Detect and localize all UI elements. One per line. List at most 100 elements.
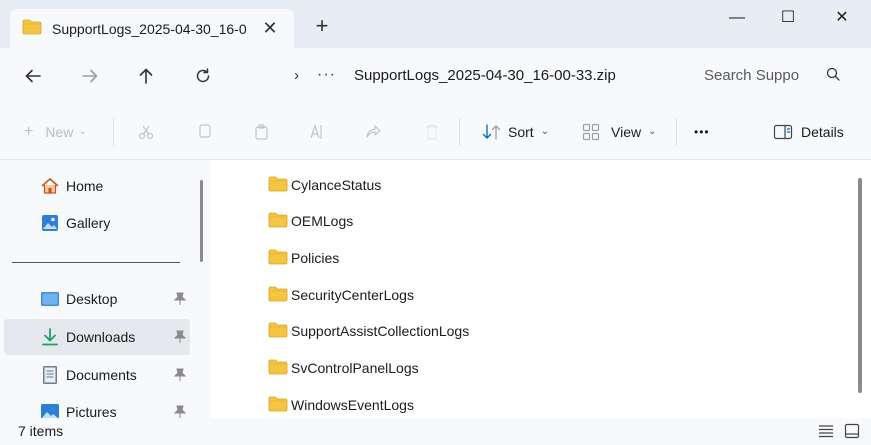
sidebar-item-home[interactable]: Home — [4, 168, 190, 204]
toolbar-separator — [459, 118, 460, 146]
list-item[interactable]: SecurityCenterLogs — [268, 283, 414, 307]
rename-button[interactable] — [307, 103, 325, 160]
search-box[interactable] — [690, 57, 858, 93]
more-icon: ••• — [694, 124, 710, 139]
file-list: CylanceStatus OEMLogs Policies SecurityC… — [210, 160, 871, 418]
sidebar-item-gallery[interactable]: Gallery — [4, 205, 190, 241]
pictures-icon — [40, 402, 60, 418]
refresh-button[interactable] — [188, 61, 218, 91]
pin-icon[interactable] — [173, 330, 187, 347]
maximize-button[interactable]: ☐ — [773, 6, 803, 30]
new-button[interactable]: + New ⌄ — [24, 103, 87, 160]
sort-button[interactable]: Sort ⌄ — [482, 103, 549, 160]
arrow-right-icon — [82, 69, 98, 83]
list-item[interactable]: Policies — [268, 246, 339, 270]
tab-title: SupportLogs_2025-04-30_16-0 — [52, 20, 247, 37]
tiles-view-icon — [844, 423, 860, 439]
arrow-left-icon — [25, 69, 41, 83]
folder-icon — [268, 359, 288, 378]
sidebar-item-label: Downloads — [66, 329, 136, 345]
list-item[interactable]: CylanceStatus — [268, 173, 381, 197]
paste-icon — [255, 123, 268, 140]
breadcrumb-current[interactable]: SupportLogs_2025-04-30_16-00-33.zip — [354, 67, 616, 84]
details-label: Details — [801, 123, 844, 140]
title-bar: SupportLogs_2025-04-30_16-0 ✕ + — ☐ ✕ — [0, 0, 871, 48]
item-count: 7 items — [18, 423, 64, 439]
view-button[interactable]: View ⌄ — [582, 103, 656, 160]
file-name: SvControlPanelLogs — [291, 360, 419, 376]
details-pane-icon — [773, 124, 793, 139]
content-scrollbar[interactable] — [858, 178, 862, 393]
sidebar-item-downloads[interactable]: Downloads — [4, 319, 190, 355]
view-grid-icon — [582, 123, 600, 140]
folder-icon — [268, 322, 288, 341]
cut-icon — [138, 125, 154, 139]
sidebar-divider — [12, 262, 180, 263]
pin-icon[interactable] — [173, 405, 187, 418]
folder-icon — [268, 396, 288, 415]
file-name: Policies — [291, 250, 340, 266]
file-name: WindowsEventLogs — [291, 397, 414, 413]
copy-button[interactable] — [196, 103, 214, 160]
new-tab-button[interactable]: + — [310, 14, 334, 38]
folder-icon — [22, 19, 42, 38]
address-bar[interactable]: › ··· SupportLogs_2025-04-30_16-00-33.zi… — [240, 57, 676, 93]
sidebar-item-desktop[interactable]: Desktop — [4, 281, 190, 317]
breadcrumb-overflow-button[interactable]: ··· — [317, 66, 336, 84]
sidebar-item-label: Pictures — [66, 404, 117, 418]
file-name: OEMLogs — [291, 213, 354, 229]
folder-icon — [268, 286, 288, 305]
refresh-icon — [196, 68, 210, 83]
gallery-icon — [40, 213, 60, 233]
sidebar-item-label: Home — [66, 178, 104, 194]
search-input[interactable] — [704, 66, 814, 84]
details-view-button[interactable] — [817, 422, 835, 440]
rename-icon — [310, 123, 322, 139]
folder-icon — [268, 249, 288, 268]
file-name: SecurityCenterLogs — [291, 287, 414, 303]
status-bar: 7 items — [0, 418, 871, 445]
more-options-button[interactable]: ••• — [694, 103, 710, 160]
chevron-down-icon: ⌄ — [648, 126, 657, 137]
list-item[interactable]: WindowsEventLogs — [268, 393, 414, 417]
sidebar-item-documents[interactable]: Documents — [4, 357, 190, 393]
sort-label: Sort — [508, 123, 534, 140]
download-icon — [40, 327, 60, 347]
close-button[interactable]: ✕ — [827, 6, 857, 30]
cut-button[interactable] — [137, 103, 155, 160]
back-button[interactable] — [18, 61, 48, 91]
pin-icon[interactable] — [173, 292, 187, 309]
file-name: SupportAssistCollectionLogs — [291, 323, 470, 339]
breadcrumb-chevron[interactable]: › — [294, 67, 299, 84]
up-button[interactable] — [131, 61, 161, 91]
sidebar-item-pictures[interactable]: Pictures — [4, 394, 190, 418]
tiles-view-button[interactable] — [843, 422, 861, 440]
sidebar-item-label: Documents — [66, 367, 137, 383]
tab-close-button[interactable]: ✕ — [260, 18, 280, 38]
list-item[interactable]: OEMLogs — [268, 209, 353, 233]
forward-button[interactable] — [75, 61, 105, 91]
tab-active[interactable]: SupportLogs_2025-04-30_16-0 ✕ — [10, 9, 294, 48]
desktop-icon — [40, 289, 60, 309]
pin-icon[interactable] — [173, 368, 187, 385]
delete-button[interactable] — [423, 103, 441, 160]
paste-button[interactable] — [253, 103, 271, 160]
sidebar-item-label: Desktop — [66, 291, 118, 307]
toolbar-separator — [113, 118, 114, 146]
list-item[interactable]: SvControlPanelLogs — [268, 356, 419, 380]
chevron-down-icon: ⌄ — [540, 126, 550, 137]
file-name: CylanceStatus — [291, 177, 382, 193]
search-icon[interactable] — [826, 67, 840, 84]
documents-icon — [40, 365, 60, 385]
list-item[interactable]: SupportAssistCollectionLogs — [268, 319, 469, 343]
list-view-icon — [819, 425, 833, 438]
navigation-pane: Home Gallery Desktop Downloads Documents… — [0, 160, 210, 418]
view-label: View — [611, 123, 642, 140]
copy-icon — [199, 123, 211, 138]
plus-icon: + — [24, 122, 34, 140]
details-button[interactable]: Details — [773, 103, 844, 160]
share-button[interactable] — [364, 103, 382, 160]
minimize-button[interactable]: — — [722, 6, 752, 30]
delete-icon — [426, 124, 438, 140]
sidebar-scrollbar[interactable] — [200, 180, 203, 262]
